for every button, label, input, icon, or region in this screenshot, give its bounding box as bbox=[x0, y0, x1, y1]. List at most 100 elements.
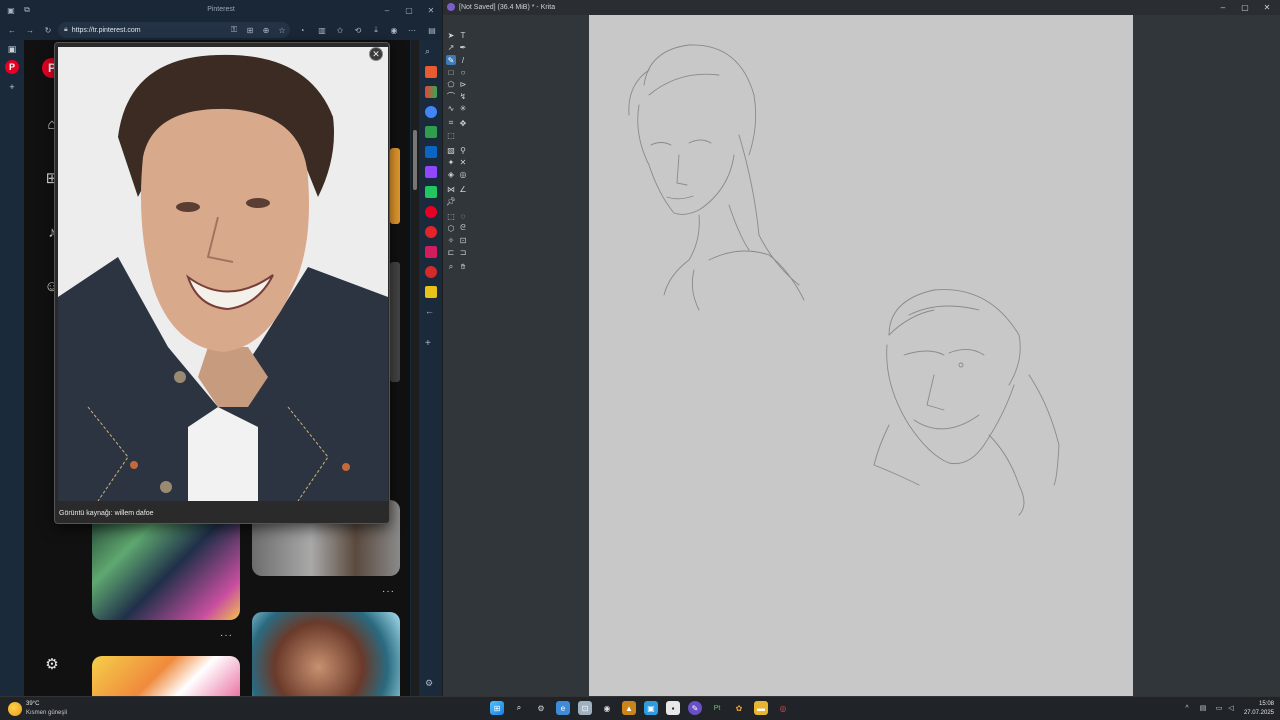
pan-tool-icon[interactable]: ✋︎ bbox=[458, 262, 468, 272]
freehand-select-icon[interactable]: ᘓ bbox=[458, 223, 468, 233]
gradient-tool-icon[interactable]: ▧ bbox=[446, 145, 456, 155]
linkedin-icon[interactable] bbox=[425, 146, 437, 158]
weather-temperature[interactable]: 39°C bbox=[26, 701, 39, 707]
download-icon[interactable]: ⤓ bbox=[370, 24, 382, 36]
measure-tool-icon[interactable]: ∠ bbox=[458, 184, 468, 194]
file-explorer-icon[interactable]: ▬ bbox=[754, 701, 768, 715]
settings-gear-icon[interactable]: ⚙ bbox=[425, 678, 437, 690]
clock-date[interactable]: 27.07.2025 bbox=[1236, 710, 1274, 716]
app-icon[interactable]: ✿ bbox=[732, 701, 746, 715]
forward-icon[interactable]: → bbox=[24, 24, 36, 36]
similar-select-icon[interactable]: ⊡ bbox=[458, 235, 468, 245]
maximize-icon[interactable]: ▢ bbox=[1239, 2, 1251, 13]
calligraphy-icon[interactable]: ✒ bbox=[458, 42, 468, 52]
contiguous-select-icon[interactable]: ✧ bbox=[446, 235, 456, 245]
app-icon[interactable]: ◎ bbox=[776, 701, 790, 715]
pinterest-icon[interactable] bbox=[425, 206, 437, 218]
maximize-icon[interactable]: ▢ bbox=[404, 5, 414, 15]
more-options-icon[interactable]: ··· bbox=[220, 630, 233, 641]
opera-icon[interactable] bbox=[425, 226, 437, 238]
gmail-icon[interactable] bbox=[425, 86, 437, 98]
weather-description[interactable]: Kısmen güneşli bbox=[26, 710, 67, 716]
edit-shapes-icon[interactable]: ↗ bbox=[446, 42, 456, 52]
edge-icon[interactable]: e bbox=[556, 701, 570, 715]
app-icon[interactable] bbox=[425, 286, 437, 298]
close-window-icon[interactable]: ✕ bbox=[1261, 2, 1273, 13]
reference-images-icon[interactable]: 📌︎ bbox=[446, 196, 456, 206]
rect-select-icon[interactable]: ⬚ bbox=[446, 211, 456, 221]
history-icon[interactable]: ⟲ bbox=[352, 24, 364, 36]
enclose-fill-icon[interactable]: ◎ bbox=[458, 169, 468, 179]
magnetic-select-icon[interactable]: ⊐ bbox=[458, 247, 468, 257]
twitch-icon[interactable] bbox=[425, 166, 437, 178]
bezier-select-icon[interactable]: ⊏ bbox=[446, 247, 456, 257]
ellipse-select-icon[interactable]: ◌ bbox=[458, 211, 468, 221]
app-icon[interactable]: ⊞ bbox=[244, 24, 256, 36]
app-icon[interactable] bbox=[425, 126, 437, 138]
windows-start-icon[interactable]: ⊞ bbox=[490, 701, 504, 715]
zoom-icon[interactable]: ⊕ bbox=[260, 24, 272, 36]
shopping-icon[interactable] bbox=[425, 66, 437, 78]
rectangle-tool-icon[interactable]: □ bbox=[446, 67, 456, 77]
menu-dots-icon[interactable]: ⋯ bbox=[406, 24, 418, 36]
back-icon[interactable]: ← bbox=[6, 24, 18, 36]
multibrush-icon[interactable]: ✳ bbox=[458, 103, 468, 113]
fill-tool-icon[interactable]: ◈ bbox=[446, 169, 456, 179]
app-icon[interactable]: ▪ bbox=[666, 701, 680, 715]
zoom-tool-icon[interactable]: ⌕ bbox=[446, 262, 456, 272]
minimize-icon[interactable]: – bbox=[1217, 2, 1229, 13]
split-icon[interactable]: ▥ bbox=[316, 24, 328, 36]
pin-card[interactable] bbox=[92, 656, 240, 696]
copilot-icon[interactable]: ◔ bbox=[296, 24, 308, 36]
clock-time[interactable]: 15:08 bbox=[1250, 701, 1274, 707]
app-icon[interactable]: ⊡ bbox=[578, 701, 592, 715]
settings-gear-icon[interactable]: ⚙ bbox=[40, 652, 64, 676]
tab-title[interactable]: Pinterest bbox=[0, 6, 442, 13]
line-tool-icon[interactable]: / bbox=[458, 55, 468, 65]
text-tool-icon[interactable]: T bbox=[458, 30, 468, 40]
search-icon[interactable]: ⌕ bbox=[425, 46, 437, 58]
plus-icon[interactable]: + bbox=[425, 338, 437, 350]
page-scrollbar[interactable] bbox=[411, 40, 419, 696]
polyline-tool-icon[interactable]: ⊳ bbox=[458, 79, 468, 89]
weather-sun-icon[interactable] bbox=[8, 702, 22, 716]
search-icon[interactable]: ⌕ bbox=[512, 701, 526, 715]
krita-taskbar-icon[interactable]: ✎ bbox=[688, 701, 702, 715]
brush-icon[interactable]: ✎ bbox=[446, 55, 456, 65]
freehand-path-icon[interactable]: ↯ bbox=[458, 91, 468, 101]
close-icon[interactable]: ✕ bbox=[369, 47, 383, 61]
crop-tool-icon[interactable]: ⌗ bbox=[446, 118, 456, 128]
pinterest-icon[interactable]: P bbox=[5, 60, 19, 74]
scroll-thumb[interactable] bbox=[413, 130, 417, 190]
reddit-icon[interactable] bbox=[425, 266, 437, 278]
bezier-tool-icon[interactable]: ⌒ bbox=[446, 91, 456, 101]
refresh-icon[interactable]: ↻ bbox=[42, 24, 54, 36]
back-icon[interactable]: ← bbox=[425, 306, 437, 318]
app-icon[interactable]: Pt bbox=[710, 701, 724, 715]
app-icon[interactable] bbox=[425, 246, 437, 258]
pin-card[interactable] bbox=[252, 612, 400, 696]
url-text[interactable]: https://tr.pinterest.com bbox=[72, 27, 141, 34]
google-icon[interactable] bbox=[425, 106, 437, 118]
tab-icon[interactable]: ▣ bbox=[5, 42, 19, 56]
key-icon[interactable]: ⚿ bbox=[228, 24, 240, 36]
app-icon[interactable]: ▲ bbox=[622, 701, 636, 715]
polygon-tool-icon[interactable]: ⬠ bbox=[446, 79, 456, 89]
plus-icon[interactable]: + bbox=[5, 80, 19, 94]
smart-patch-icon[interactable]: ✦ bbox=[446, 157, 456, 167]
chevron-up-icon[interactable]: ^ bbox=[1180, 701, 1194, 715]
sidebar-toggle-icon[interactable]: ▤ bbox=[426, 24, 438, 36]
dynamic-brush-icon[interactable]: ∿ bbox=[446, 103, 456, 113]
star-icon[interactable]: ☆ bbox=[276, 24, 288, 36]
more-options-icon[interactable]: ··· bbox=[382, 586, 395, 597]
select-tool-icon[interactable]: ➤ bbox=[446, 30, 456, 40]
minimize-icon[interactable]: – bbox=[382, 5, 392, 15]
assistant-grid-icon[interactable]: ⋈ bbox=[446, 184, 456, 194]
app-icon[interactable]: ◉ bbox=[600, 701, 614, 715]
profile-icon[interactable]: ◉ bbox=[388, 24, 400, 36]
kick-icon[interactable] bbox=[425, 186, 437, 198]
move-tool-icon[interactable]: ✥ bbox=[458, 118, 468, 128]
transform-tool-icon[interactable]: ⬚ bbox=[446, 130, 456, 140]
settings-gear-icon[interactable]: ⚙ bbox=[534, 701, 548, 715]
polygon-select-icon[interactable]: ⬡ bbox=[446, 223, 456, 233]
